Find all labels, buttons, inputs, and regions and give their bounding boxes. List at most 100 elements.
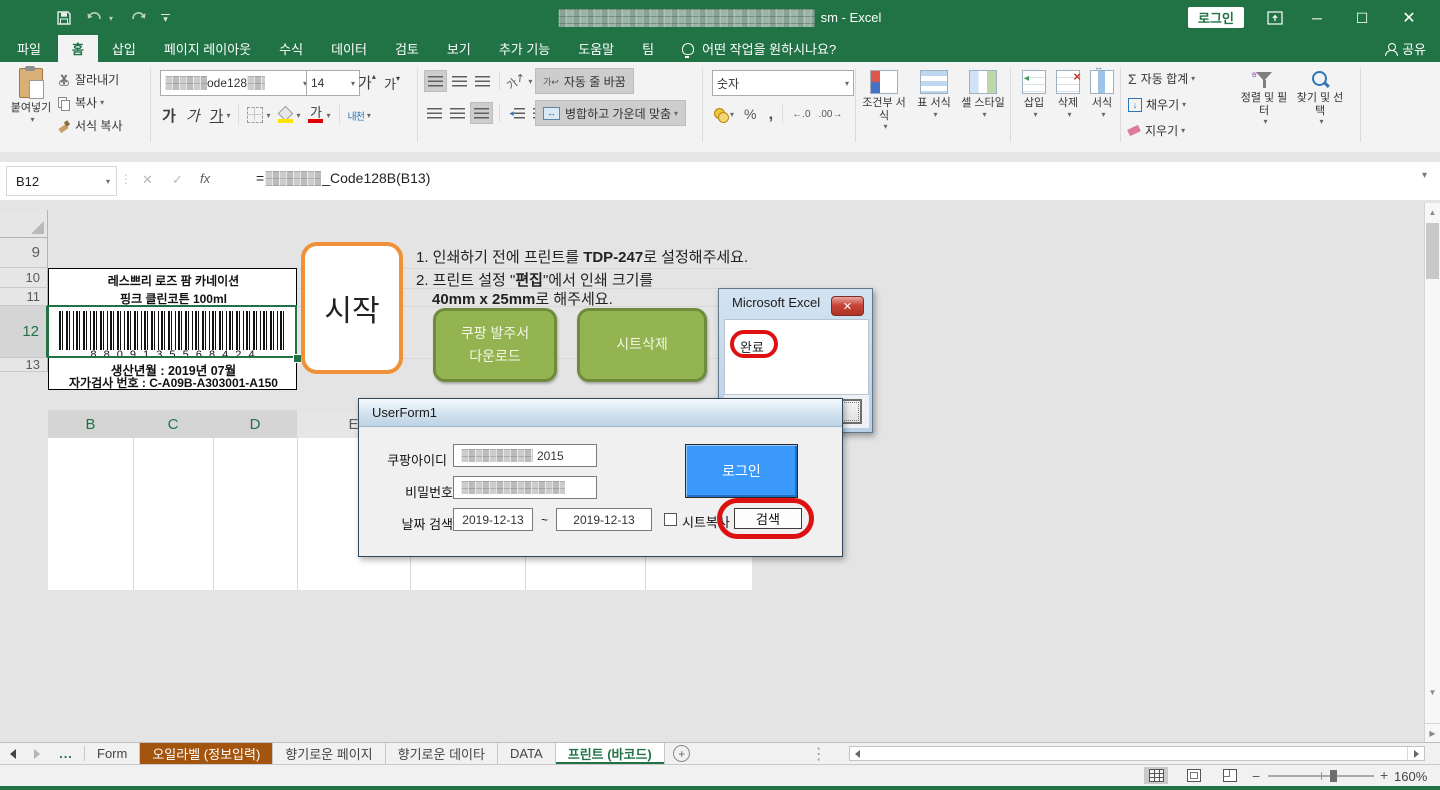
msgbox-close-icon[interactable]: ✕ <box>831 296 864 316</box>
align-bottom-button[interactable] <box>472 71 493 91</box>
qat-customize-icon[interactable]: ▾ <box>161 14 170 23</box>
minimize-button[interactable]: ─ <box>1300 4 1334 32</box>
delete-sheet-button[interactable]: 시트삭제 <box>577 308 707 382</box>
date-from-field[interactable]: 2019-12-13 <box>453 508 533 531</box>
row-header-9[interactable]: 9 <box>0 238 48 268</box>
delete-cells-button[interactable]: × 삭제▾ <box>1052 70 1084 119</box>
sheet-tab-oillabel[interactable]: 오일라벨 (정보입력) <box>140 743 273 764</box>
vscroll-thumb[interactable] <box>1426 223 1439 279</box>
cell-styles-button[interactable]: 셀 스타일▾ <box>960 70 1006 119</box>
page-layout-view-icon[interactable] <box>1182 767 1206 784</box>
format-cells-button[interactable]: ↔ 서식▾ <box>1086 70 1118 119</box>
find-select-button[interactable]: 찾기 및 선택▾ <box>1294 70 1346 126</box>
tab-insert[interactable]: 삽입 <box>98 35 150 62</box>
sheet-tab-page[interactable]: 향기로운 페이지 <box>273 743 385 764</box>
sheet-tab-print-barcode[interactable]: 프린트 (바코드) <box>556 743 665 764</box>
insert-function-icon[interactable]: fx <box>200 171 210 186</box>
save-icon[interactable] <box>56 10 72 26</box>
cancel-formula-icon[interactable]: ✕ <box>142 172 153 188</box>
wrap-text-button[interactable]: 가↩ 자동 줄 바꿈 <box>535 68 634 94</box>
column-header-C[interactable]: C <box>133 410 214 440</box>
align-center-button[interactable] <box>447 103 468 123</box>
hscroll-right-icon[interactable] <box>1407 747 1424 760</box>
zoom-slider-track[interactable] <box>1268 775 1374 777</box>
orientation-icon[interactable]: 가↗ <box>503 69 528 94</box>
zoom-in-icon[interactable]: + <box>1380 767 1388 783</box>
redo-icon[interactable] <box>127 11 147 25</box>
percent-style-icon[interactable]: % <box>744 106 756 122</box>
zoom-slider-thumb[interactable] <box>1330 770 1337 782</box>
name-box[interactable]: B12▾ <box>6 166 117 196</box>
align-left-button[interactable] <box>424 103 445 123</box>
userform-titlebar[interactable]: UserForm1 <box>359 399 842 427</box>
password-field[interactable] <box>453 476 597 499</box>
tab-team[interactable]: 팀 <box>628 35 668 62</box>
vertical-scrollbar[interactable]: ▲ ▼ ▶ <box>1424 203 1440 742</box>
row-header-11[interactable]: 11 <box>0 288 48 306</box>
accounting-format-icon[interactable] <box>714 108 727 121</box>
decrease-indent-icon[interactable]: ◂ <box>506 103 528 123</box>
tab-help[interactable]: 도움말 <box>564 35 628 62</box>
account-login-button[interactable]: 로그인 <box>1188 7 1244 28</box>
scroll-down-icon[interactable]: ▼ <box>1425 683 1440 701</box>
zoom-out-icon[interactable]: − <box>1252 768 1260 784</box>
sheet-tab-data-kr[interactable]: 향기로운 데이타 <box>386 743 498 764</box>
maximize-button[interactable]: ☐ <box>1345 4 1379 32</box>
coupang-download-button[interactable]: 쿠팡 발주서다운로드 <box>433 308 557 382</box>
font-name-combo[interactable]: ode128 ▾ <box>160 70 312 96</box>
tab-page-layout[interactable]: 페이지 레이아웃 <box>150 35 265 62</box>
align-top-button[interactable] <box>424 70 447 92</box>
number-format-combo[interactable]: 숫자▾ <box>712 70 854 96</box>
close-button[interactable]: ✕ <box>1392 4 1426 32</box>
decrease-font-icon[interactable]: 가▾ <box>384 74 400 93</box>
tab-review[interactable]: 검토 <box>381 35 433 62</box>
format-as-table-button[interactable]: 표 서식▾ <box>912 70 956 119</box>
expand-formula-bar-icon[interactable]: ▾ <box>1422 170 1427 181</box>
bold-button[interactable]: 가 <box>162 105 176 126</box>
new-sheet-icon[interactable]: + <box>665 743 699 764</box>
ribbon-display-options-icon[interactable] <box>1258 4 1292 32</box>
scroll-up-icon[interactable]: ▲ <box>1425 203 1440 221</box>
merge-center-button[interactable]: ↔ 병합하고 가운데 맞춤▾ <box>535 100 686 126</box>
underline-button[interactable]: 가 <box>210 105 224 126</box>
row-header-13[interactable]: 13 <box>0 358 48 372</box>
normal-view-icon[interactable] <box>1144 767 1168 784</box>
undo-icon[interactable]: ▾ <box>86 11 113 25</box>
italic-button[interactable]: 가 <box>186 105 200 126</box>
page-break-view-icon[interactable] <box>1218 767 1242 784</box>
horizontal-scrollbar[interactable] <box>849 746 1425 761</box>
borders-icon[interactable] <box>247 107 263 123</box>
paste-button[interactable]: 붙여넣기▾ <box>8 68 54 124</box>
align-middle-button[interactable] <box>449 71 470 91</box>
cut-button[interactable]: 잘라내기 <box>58 71 119 88</box>
column-header-B[interactable]: B <box>48 410 134 440</box>
tab-view[interactable]: 보기 <box>433 35 485 62</box>
tab-data[interactable]: 데이터 <box>317 35 381 62</box>
select-all-corner[interactable] <box>0 210 48 238</box>
increase-decimal-icon[interactable]: ←.0 <box>792 109 810 120</box>
sheet-tab-data[interactable]: DATA <box>498 743 556 764</box>
autosum-button[interactable]: Σ 자동 합계▾ <box>1128 70 1195 87</box>
fill-color-icon[interactable] <box>278 108 293 123</box>
increase-font-icon[interactable]: 가▴ <box>358 72 376 93</box>
sheet-tab-form[interactable]: Form <box>85 743 140 764</box>
enter-formula-icon[interactable]: ✓ <box>172 172 183 188</box>
tab-addins[interactable]: 추가 기능 <box>485 35 564 62</box>
userform-login-button[interactable]: 로그인 <box>685 444 798 498</box>
fill-button[interactable]: ↓ 채우기▾ <box>1128 96 1186 113</box>
decrease-decimal-icon[interactable]: .00→ <box>819 109 843 120</box>
scroll-right-split-icon[interactable]: ▶ <box>1425 723 1440 742</box>
coupang-id-field[interactable]: 2015 <box>453 444 597 467</box>
format-painter-button[interactable]: 서식 복사 <box>58 117 123 134</box>
share-button[interactable]: 공유 <box>1371 35 1440 62</box>
tab-scroll-left-icon[interactable] <box>0 743 26 764</box>
row-header-10[interactable]: 10 <box>0 268 48 288</box>
hscroll-left-icon[interactable] <box>850 747 866 760</box>
formula-input[interactable]: = _Code128B(B13) <box>256 170 430 186</box>
conditional-formatting-button[interactable]: 조건부 서식▾ <box>860 70 908 131</box>
font-size-combo[interactable]: 14▾ <box>306 70 360 96</box>
phonetic-guide-icon[interactable]: 내천 <box>348 108 364 123</box>
tab-scroll-right-icon[interactable] <box>26 743 48 764</box>
date-to-field[interactable]: 2019-12-13 <box>556 508 652 531</box>
font-color-icon[interactable]: 가 <box>308 107 323 123</box>
